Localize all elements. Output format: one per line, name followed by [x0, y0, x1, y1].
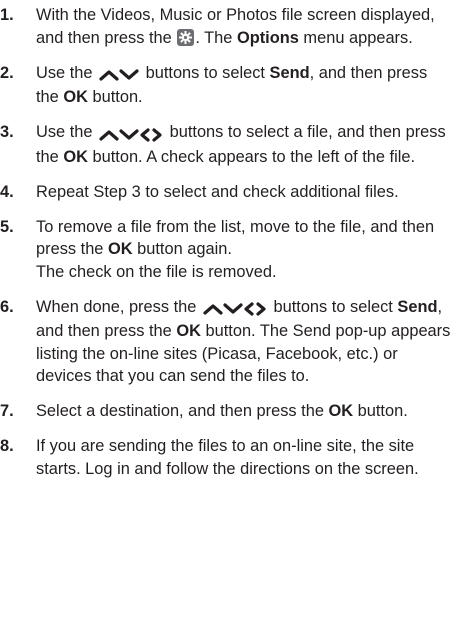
- step-text: To remove a file from the list, move to …: [36, 218, 434, 281]
- down-arrow-icon: [119, 69, 139, 80]
- text-run: Use the: [36, 63, 98, 82]
- step-7: 7. Select a destination, and then press …: [0, 400, 451, 423]
- instruction-steps: 1. With the Videos, Music or Photos file…: [0, 4, 451, 480]
- step-number: 1.: [0, 6, 14, 24]
- text-run: The check on the file is removed.: [36, 262, 277, 281]
- ok-label: OK: [328, 402, 354, 420]
- down-arrow-icon: [223, 303, 243, 314]
- ok-label: OK: [107, 240, 133, 258]
- ok-label: OK: [63, 147, 88, 166]
- manual-page: 1. With the Videos, Music or Photos file…: [0, 0, 457, 638]
- text-run: menu appears.: [298, 28, 413, 47]
- step-number: 6.: [0, 297, 14, 316]
- options-label: Options: [236, 28, 299, 47]
- step-1: 1. With the Videos, Music or Photos file…: [0, 4, 451, 49]
- step-number: 4.: [0, 182, 14, 201]
- step-number: 8.: [0, 437, 14, 455]
- text-run: Use the: [36, 123, 98, 141]
- text-run: button. A check appears to the left of t…: [87, 147, 416, 166]
- right-arrow-icon: [152, 128, 162, 142]
- text-run: button.: [87, 88, 143, 106]
- ok-label: OK: [176, 322, 201, 340]
- step-6: 6. When done, press the buttons to selec…: [0, 296, 451, 388]
- arrow-buttons: [99, 64, 139, 87]
- text-run: buttons to select: [141, 63, 270, 82]
- send-label: Send: [269, 63, 310, 82]
- step-8: 8. If you are sending the files to an on…: [0, 435, 451, 480]
- step-text: Select a destination, and then press the…: [36, 402, 408, 420]
- step-text: With the Videos, Music or Photos file sc…: [36, 6, 435, 47]
- arrow-buttons: [203, 298, 267, 321]
- step-2: 2. Use the buttons to select Send, and t…: [0, 62, 451, 109]
- text-run: button again.: [132, 240, 232, 258]
- send-label: Send: [397, 297, 438, 316]
- step-text: Use the buttons to select Send, and then…: [36, 64, 427, 107]
- step-number: 5.: [0, 217, 14, 236]
- text-run: When done, press the: [36, 297, 201, 316]
- arrow-buttons: [99, 123, 163, 146]
- step-number: 3.: [0, 123, 14, 141]
- down-arrow-icon: [119, 129, 139, 140]
- text-run: button.: [353, 402, 408, 420]
- text-run: Select a destination, and then press the: [36, 402, 329, 420]
- text-run: To remove a file from the list, move to …: [36, 217, 435, 259]
- text-run: . The: [195, 28, 237, 47]
- step-text: Repeat Step 3 to select and check additi…: [36, 182, 399, 201]
- up-arrow-icon: [99, 130, 119, 141]
- right-arrow-icon: [256, 302, 266, 316]
- step-3: 3. Use the buttons to select a file, and…: [0, 121, 451, 168]
- step-5: 5. To remove a file from the list, move …: [0, 216, 451, 284]
- step-text: If you are sending the files to an on-li…: [36, 437, 419, 478]
- step-number: 7.: [0, 402, 14, 420]
- step-number: 2.: [0, 63, 14, 82]
- up-arrow-icon: [99, 70, 119, 81]
- step-text: Use the buttons to select a file, and th…: [36, 123, 446, 166]
- ok-label: OK: [63, 88, 88, 106]
- up-arrow-icon: [203, 304, 223, 315]
- gear-icon: [177, 28, 195, 46]
- step-text: When done, press the buttons to select S…: [36, 298, 450, 386]
- left-arrow-icon: [244, 302, 254, 316]
- text-run: buttons to select: [268, 297, 398, 316]
- left-arrow-icon: [140, 128, 150, 142]
- step-4: 4. Repeat Step 3 to select and check add…: [0, 181, 451, 204]
